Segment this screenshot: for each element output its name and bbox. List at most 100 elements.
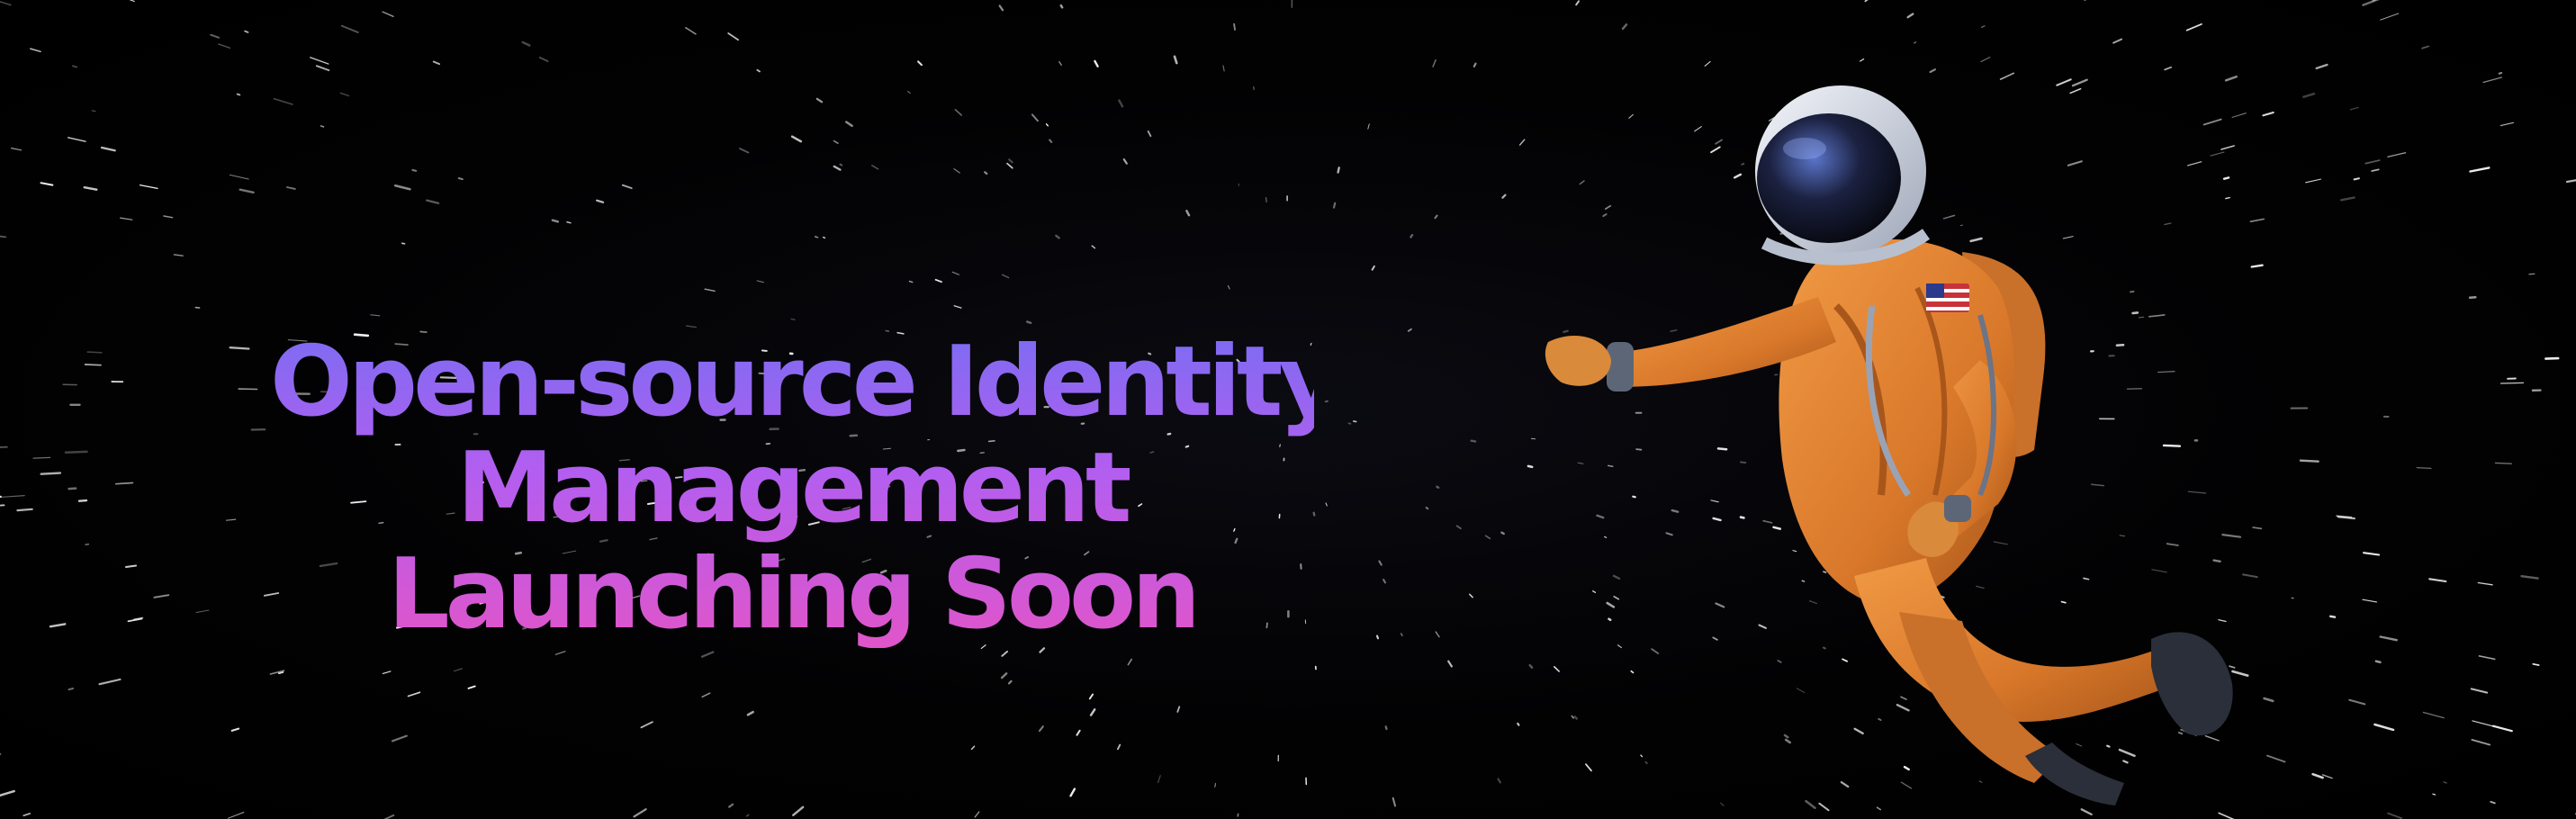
star-streak bbox=[2432, 793, 2436, 796]
star-streak bbox=[1325, 502, 1328, 507]
star-streak bbox=[633, 808, 647, 818]
star-streak bbox=[2478, 655, 2496, 661]
star-streak bbox=[1238, 183, 1240, 186]
star-streak bbox=[1055, 234, 1060, 239]
star-streak bbox=[1432, 58, 1437, 68]
star-streak bbox=[951, 271, 960, 275]
star-streak bbox=[1621, 23, 1628, 31]
star-streak bbox=[2302, 92, 2316, 98]
star-streak bbox=[739, 148, 750, 154]
star-streak bbox=[2380, 13, 2400, 21]
star-streak bbox=[2565, 179, 2576, 184]
star-streak bbox=[934, 278, 942, 284]
star-streak bbox=[2362, 598, 2378, 603]
star-streak bbox=[1436, 485, 1440, 489]
star-streak bbox=[1117, 743, 1121, 751]
star-streak bbox=[382, 11, 394, 17]
star-streak bbox=[114, 482, 134, 485]
star-streak bbox=[554, 651, 566, 655]
star-streak bbox=[640, 721, 653, 729]
star-streak bbox=[1980, 25, 1986, 29]
star-streak bbox=[1914, 41, 1917, 44]
star-streak bbox=[2340, 196, 2355, 202]
star-streak bbox=[91, 110, 96, 112]
star-streak bbox=[2499, 382, 2525, 384]
star-streak bbox=[1864, 0, 1869, 3]
star-streak bbox=[2348, 698, 2366, 706]
star-streak bbox=[2164, 66, 2173, 71]
star-streak bbox=[551, 219, 560, 223]
star-streak bbox=[273, 97, 293, 105]
star-streak bbox=[1127, 658, 1132, 666]
star-streak bbox=[908, 280, 914, 284]
star-streak bbox=[229, 346, 250, 350]
star-streak bbox=[124, 564, 138, 569]
star-streak bbox=[1233, 22, 1236, 31]
star-streak bbox=[701, 692, 711, 698]
star-streak bbox=[1089, 708, 1096, 716]
star-streak bbox=[163, 215, 174, 219]
star-streak bbox=[595, 199, 605, 203]
star-streak bbox=[839, 163, 843, 166]
star-streak bbox=[1088, 693, 1094, 700]
headline-line-3: Launching Soon bbox=[387, 538, 1197, 651]
star-streak bbox=[407, 691, 421, 698]
star-streak bbox=[68, 687, 75, 691]
star-streak bbox=[566, 220, 572, 224]
star-streak bbox=[49, 623, 67, 628]
suit-legs bbox=[1854, 558, 2233, 806]
star-streak bbox=[728, 803, 734, 808]
star-streak bbox=[1367, 123, 1370, 130]
star-streak bbox=[382, 670, 392, 675]
star-streak bbox=[432, 60, 441, 66]
star-streak bbox=[521, 40, 531, 47]
star-streak bbox=[1008, 158, 1013, 164]
star-streak bbox=[1069, 788, 1076, 797]
star-streak bbox=[1347, 422, 1352, 425]
star-streak bbox=[71, 65, 78, 68]
hero-headline: Open-source Identity Management Launchin… bbox=[270, 329, 1314, 648]
star-streak bbox=[2428, 578, 2447, 583]
star-streak bbox=[685, 26, 697, 35]
star-streak bbox=[195, 609, 210, 614]
star-streak bbox=[0, 495, 2, 499]
star-streak bbox=[2387, 152, 2407, 158]
star-streak bbox=[1091, 245, 1096, 249]
star-streak bbox=[970, 745, 976, 751]
star-streak bbox=[320, 125, 325, 128]
star-streak bbox=[2112, 38, 2122, 44]
star-streak bbox=[393, 184, 411, 191]
star-streak bbox=[2349, 106, 2359, 111]
star-streak bbox=[100, 146, 116, 152]
star-streak bbox=[2387, 812, 2403, 819]
star-streak bbox=[2311, 772, 2324, 779]
star-streak bbox=[814, 236, 819, 238]
star-streak bbox=[1049, 139, 1053, 143]
star-streak bbox=[315, 65, 330, 72]
star-streak bbox=[1980, 57, 1991, 62]
star-streak bbox=[1173, 55, 1178, 65]
star-streak bbox=[2482, 76, 2502, 84]
star-streak bbox=[745, 814, 750, 817]
star-streak bbox=[917, 60, 923, 67]
star-streak bbox=[98, 678, 122, 686]
star-streak bbox=[1383, 579, 1386, 584]
star-streak bbox=[1469, 593, 1473, 598]
flag-patch bbox=[1926, 284, 1969, 312]
star-streak bbox=[229, 174, 249, 180]
star-streak bbox=[1122, 158, 1128, 165]
star-streak bbox=[153, 594, 170, 598]
star-streak bbox=[383, 814, 395, 819]
star-streak bbox=[1006, 162, 1013, 169]
star-streak bbox=[833, 165, 842, 171]
star-streak bbox=[11, 148, 23, 151]
star-streak bbox=[2363, 552, 2381, 556]
star-streak bbox=[2371, 168, 2380, 172]
star-streak bbox=[210, 33, 221, 39]
star-streak bbox=[86, 351, 103, 354]
star-streak bbox=[426, 199, 440, 204]
star-streak bbox=[871, 165, 879, 170]
star-streak bbox=[756, 280, 764, 284]
star-streak bbox=[998, 4, 1004, 12]
star-streak bbox=[1157, 775, 1161, 784]
